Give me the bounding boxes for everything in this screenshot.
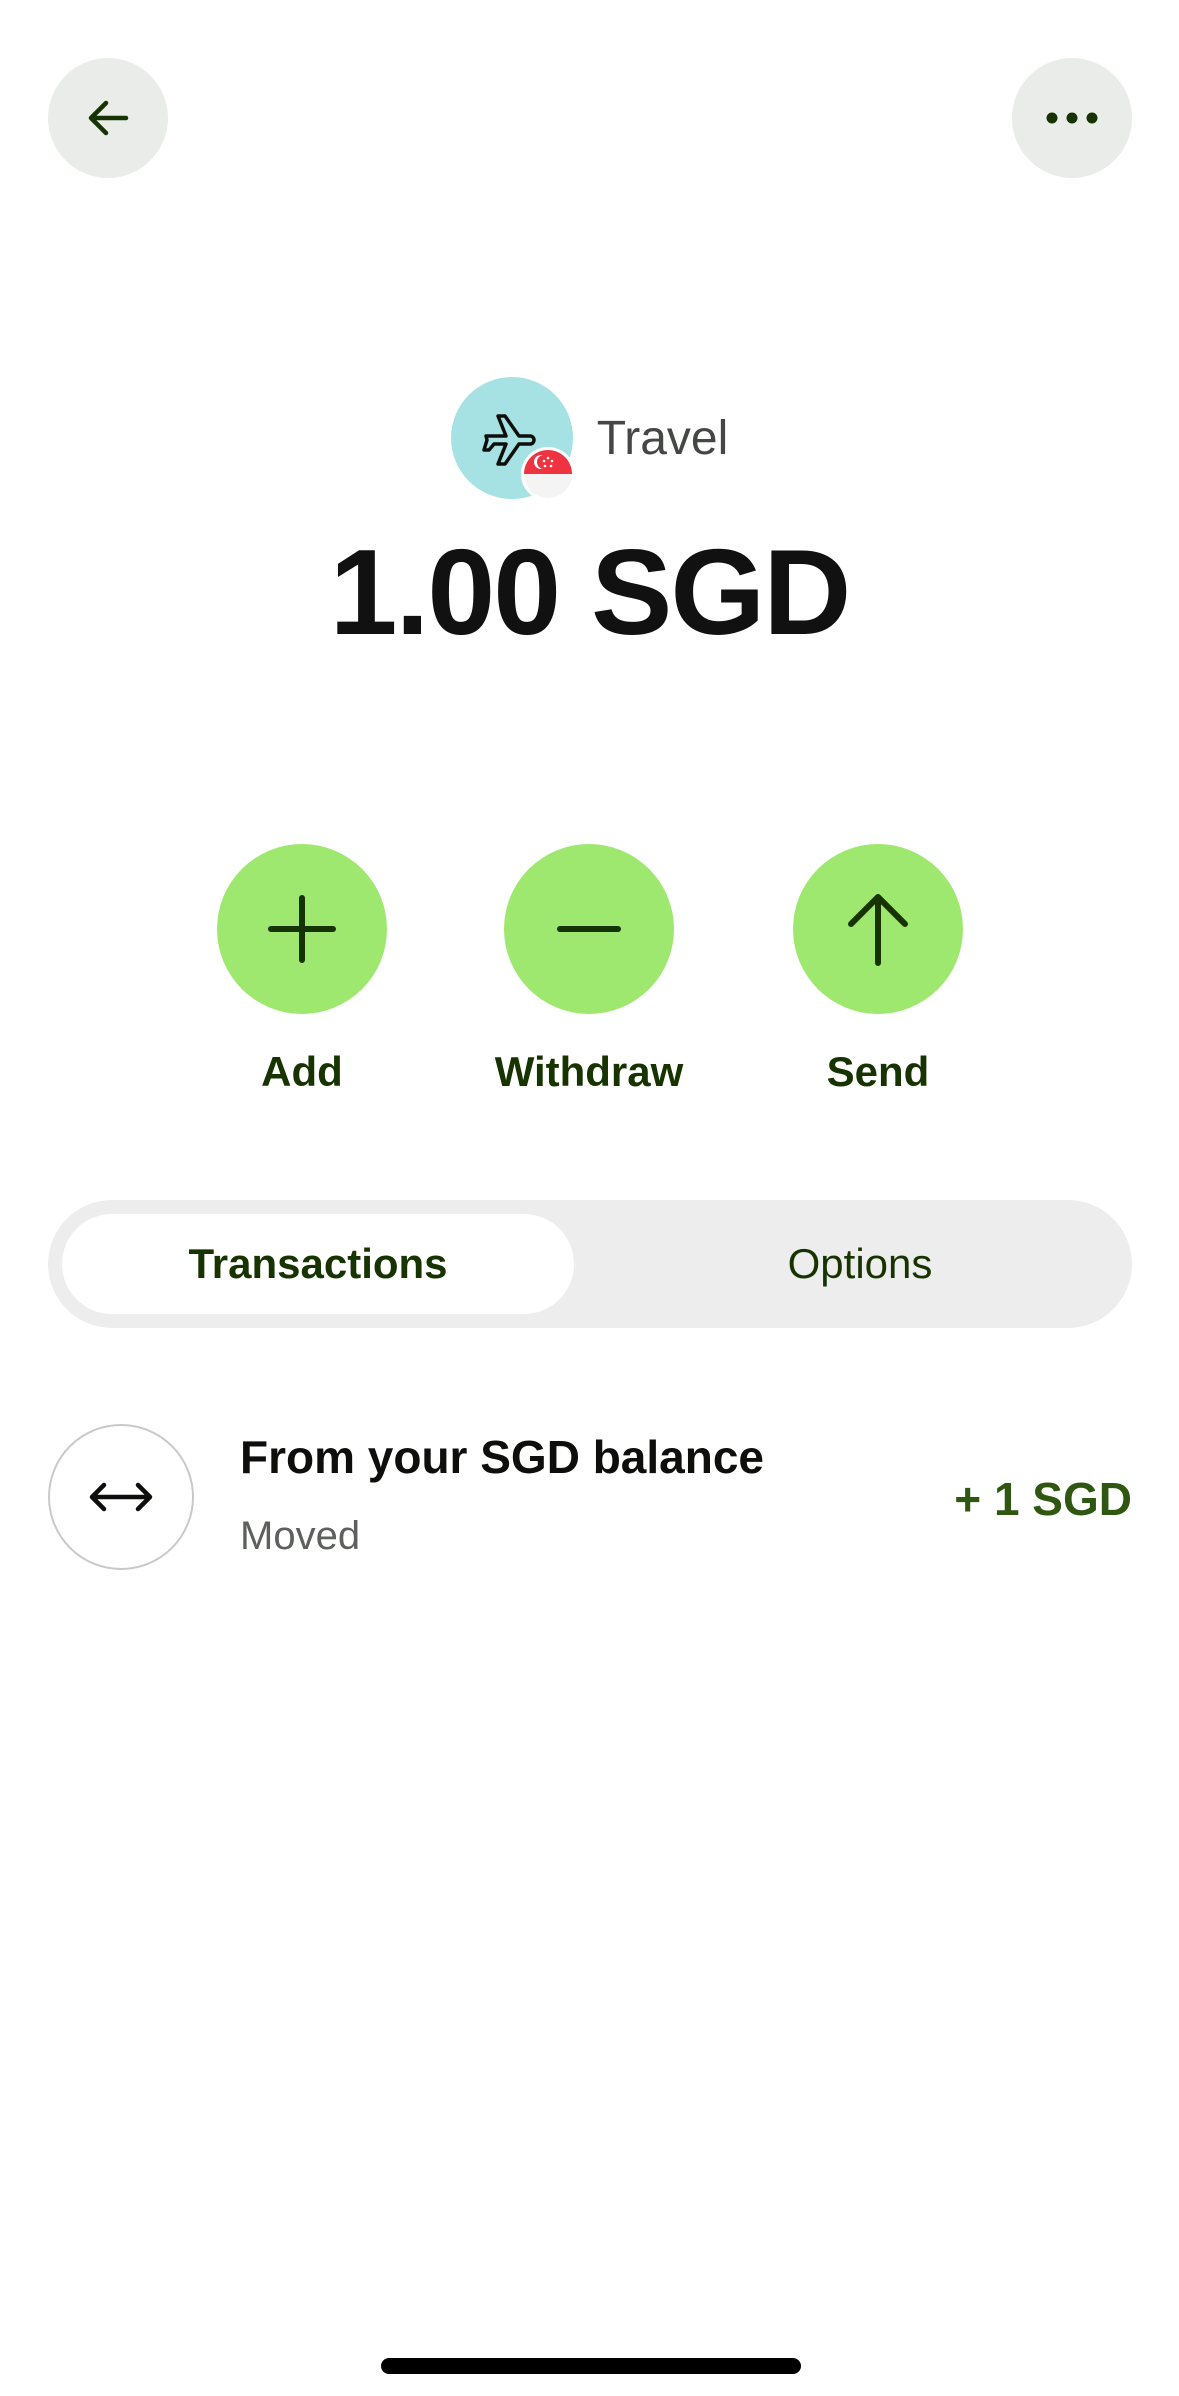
- back-button[interactable]: [48, 58, 168, 178]
- transaction-icon: [48, 1424, 194, 1570]
- more-options-button[interactable]: [1012, 58, 1132, 178]
- singapore-flag-icon: [520, 447, 575, 501]
- transaction-row[interactable]: From your SGD balance Moved + 1 SGD: [48, 1422, 1132, 1570]
- jar-header: Travel: [0, 376, 1179, 501]
- send-button[interactable]: Send: [758, 844, 998, 1096]
- balance-amount: 1.00 SGD: [329, 524, 852, 660]
- add-button[interactable]: Add: [182, 844, 422, 1096]
- tab-switcher: Transactions Options: [48, 1200, 1132, 1328]
- jar-detail-screen: Travel 1.00 SGD Add Withdraw Send Transa…: [0, 0, 1179, 2396]
- jar-avatar: [450, 377, 575, 501]
- transaction-subtitle: Moved: [240, 1514, 361, 1558]
- send-label: Send: [826, 1048, 930, 1095]
- tab-transactions[interactable]: Transactions: [62, 1214, 574, 1314]
- add-label: Add: [261, 1048, 343, 1095]
- tab-options[interactable]: Options: [604, 1214, 1116, 1314]
- more-horizontal-icon: [1046, 112, 1098, 124]
- withdraw-label: Withdraw: [494, 1048, 684, 1095]
- withdraw-circle[interactable]: [504, 844, 674, 1014]
- send-circle[interactable]: [793, 844, 963, 1014]
- arrow-left-icon: [88, 100, 129, 136]
- withdraw-button[interactable]: Withdraw: [469, 844, 709, 1096]
- arrows-left-right-icon: [89, 1482, 153, 1512]
- arrow-up-icon: [848, 894, 908, 966]
- transaction-title: From your SGD balance: [240, 1431, 765, 1483]
- transaction-amount: + 1 SGD: [954, 1473, 1132, 1525]
- add-circle[interactable]: [217, 844, 387, 1014]
- home-indicator[interactable]: [381, 2358, 801, 2374]
- plus-icon: [268, 895, 336, 963]
- minus-icon: [557, 926, 621, 932]
- jar-name: Travel: [596, 411, 729, 465]
